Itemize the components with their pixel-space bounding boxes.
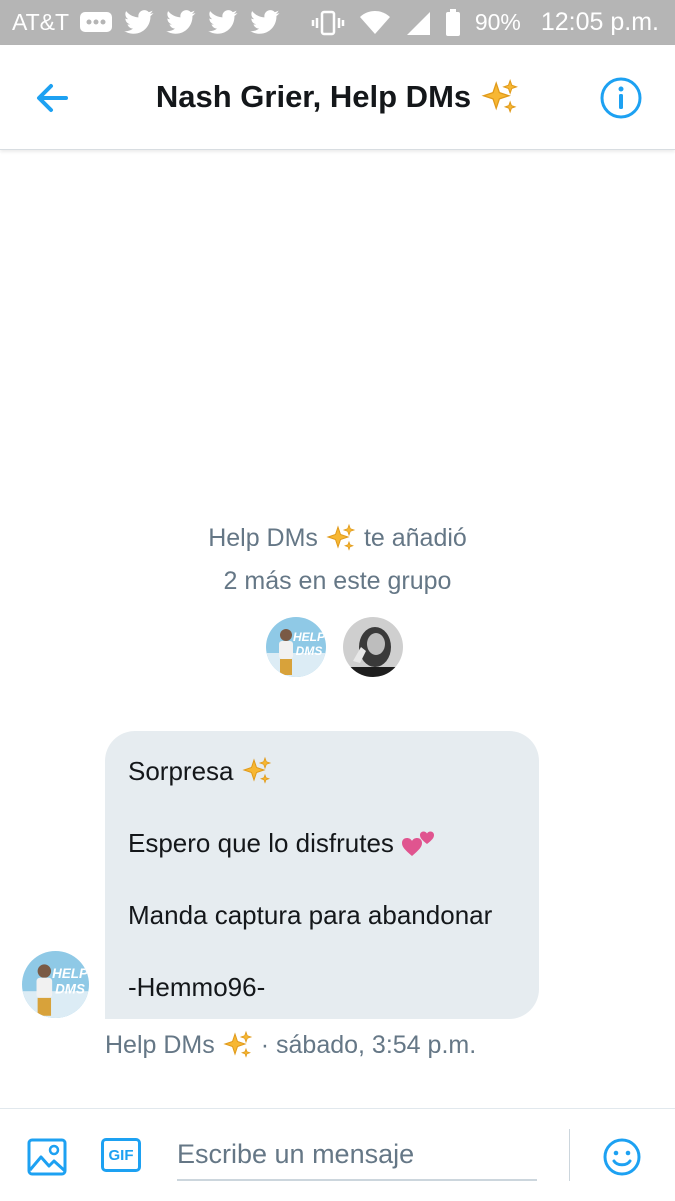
sparkles-icon — [326, 523, 356, 553]
message-input[interactable] — [177, 1129, 537, 1181]
battery-level: 90% — [474, 9, 521, 35]
svg-text:HELP: HELP — [52, 966, 88, 981]
message-meta: Help DMs · sábado, 3:54 p.m. — [105, 1030, 476, 1060]
added-by-name: Help DMs — [208, 523, 318, 552]
title-wrap: Nash Grier, Help DMs — [0, 45, 675, 149]
message-text: Espero que lo disfrutes — [128, 827, 394, 858]
gif-label: GIF — [108, 1146, 134, 1164]
conversation-title: Nash Grier, Help DMs — [155, 79, 472, 114]
sparkles-icon — [481, 78, 519, 116]
member-avatar-help-dms[interactable]: HELP DMS — [266, 617, 326, 677]
message-line: -Hemmo96- — [128, 969, 539, 1005]
message-line: Manda captura para abandonar — [128, 897, 539, 933]
added-text: te añadió — [363, 523, 467, 552]
sender-avatar[interactable]: HELP DMS — [22, 951, 89, 1018]
two-hearts-icon — [401, 828, 436, 858]
gif-button[interactable]: GIF — [101, 1138, 141, 1172]
smiley-icon — [603, 1138, 641, 1176]
sparkles-icon — [223, 1030, 253, 1060]
twitter-notification-icon — [249, 9, 281, 36]
twitter-notification-icon — [207, 9, 239, 36]
added-notice: Help DMs te añadió — [0, 523, 675, 553]
twitter-notification-icon — [165, 9, 197, 36]
message-line: Sorpresa — [128, 753, 539, 789]
emoji-button[interactable] — [602, 1137, 642, 1177]
svg-text:HELP: HELP — [293, 630, 326, 644]
twitter-notification-icon — [123, 9, 155, 36]
svg-text:DMS: DMS — [55, 981, 85, 996]
image-icon — [27, 1138, 67, 1176]
sparkles-icon — [241, 756, 272, 786]
message-text: -Hemmo96- — [128, 971, 266, 1002]
add-photo-button[interactable] — [27, 1137, 67, 1177]
info-icon — [600, 77, 642, 119]
message-line: Espero que lo disfrutes — [128, 825, 539, 861]
message-text: Sorpresa — [128, 755, 234, 786]
status-bar-right: 90% 12:05 p.m. — [311, 8, 675, 37]
status-bar: AT&T 90% 12:05 p.m. — [0, 0, 675, 45]
group-count-text: 2 más en este grupo — [223, 567, 452, 595]
info-button[interactable] — [598, 75, 644, 121]
vibrate-icon — [311, 9, 345, 37]
composer-divider — [569, 1129, 570, 1181]
member-avatar-user[interactable] — [343, 617, 403, 677]
message-composer: GIF — [0, 1108, 675, 1201]
battery-icon — [445, 8, 461, 37]
message-timestamp: · sábado, 3:54 p.m. — [260, 1030, 477, 1059]
message-text: Manda captura para abandonar — [128, 899, 493, 930]
message-bubble[interactable]: Sorpresa Espero que lo disfrutes Manda c… — [105, 731, 539, 1019]
status-bar-left: AT&T — [0, 9, 281, 36]
wifi-icon — [359, 10, 391, 36]
group-notice: 2 más en este grupo — [0, 567, 675, 596]
carrier-label: AT&T — [12, 9, 70, 35]
svg-text:DMS: DMS — [296, 644, 323, 658]
clock: 12:05 p.m. — [540, 8, 659, 36]
message-notification-icon — [79, 10, 113, 36]
sender-name: Help DMs — [105, 1030, 215, 1059]
conversation-header: Nash Grier, Help DMs — [0, 45, 675, 150]
cell-signal-icon — [405, 10, 431, 36]
